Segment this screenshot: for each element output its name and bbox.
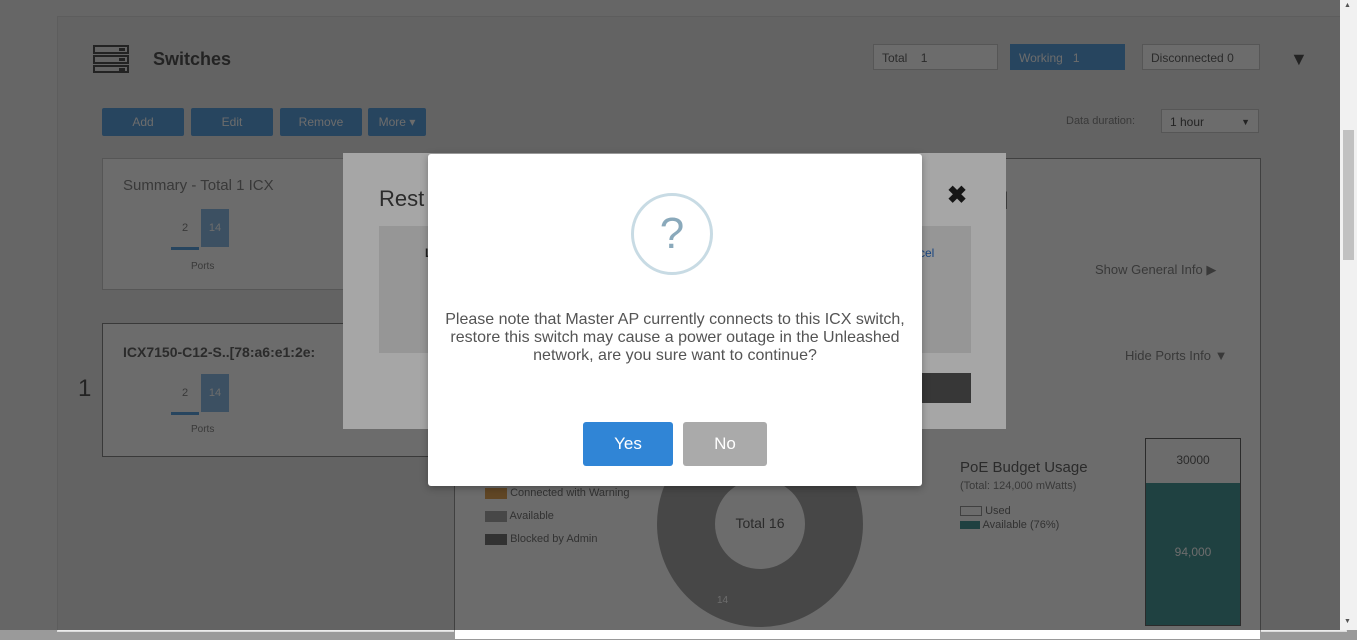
confirm-message: Please note that Master AP currently con… (445, 311, 905, 364)
scrollbar[interactable]: ▲ ▼ (1340, 0, 1357, 630)
yes-button[interactable]: Yes (583, 422, 673, 466)
no-button[interactable]: No (683, 422, 767, 466)
scroll-down-icon[interactable]: ▼ (1344, 618, 1351, 625)
scroll-up-icon[interactable]: ▲ (1344, 2, 1351, 9)
confirm-dialog: ? Please note that Master AP currently c… (428, 154, 922, 486)
scrollbar-thumb[interactable] (1343, 130, 1354, 260)
question-icon: ? (631, 193, 713, 275)
